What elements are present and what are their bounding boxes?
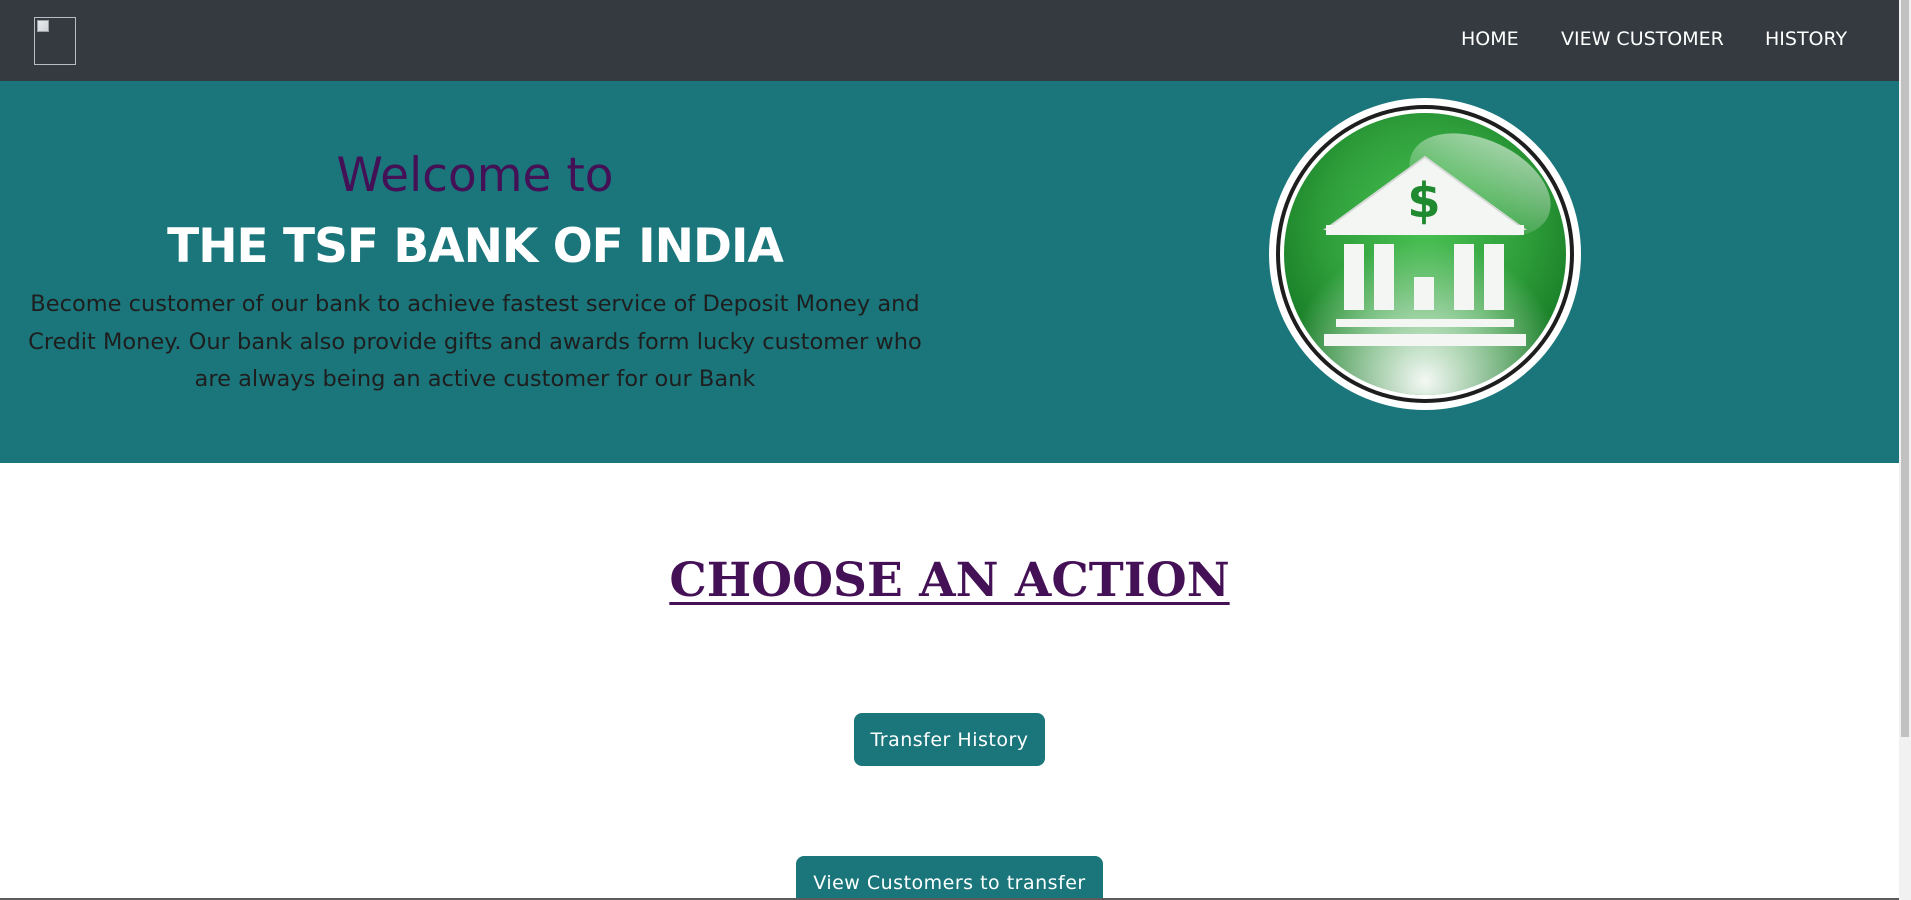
hero-section: Welcome to THE TSF BANK OF INDIA Become …	[0, 81, 1899, 463]
navbar: HOME VIEW CUSTOMER HISTORY	[0, 0, 1899, 81]
nav-link-history[interactable]: HISTORY	[1765, 27, 1847, 51]
bank-name-heading: THE TSF BANK OF INDIA	[167, 219, 784, 274]
hero-tagline: Become customer of our bank to achieve f…	[28, 291, 922, 392]
svg-text:$: $	[1407, 173, 1440, 229]
logo-image[interactable]	[34, 17, 76, 65]
scrollbar-thumb[interactable]	[1901, 0, 1909, 737]
welcome-heading: Welcome to	[336, 148, 614, 203]
broken-image-icon	[37, 20, 49, 32]
nav-link-view-customer[interactable]: VIEW CUSTOMER	[1561, 27, 1724, 51]
bank-building-dollar-icon: $	[1268, 97, 1582, 411]
page: HOME VIEW CUSTOMER HISTORY Welcome to TH…	[0, 0, 1911, 900]
transfer-history-button[interactable]: Transfer History	[854, 713, 1045, 766]
view-customers-button[interactable]: View Customers to transfer	[796, 856, 1103, 900]
choose-action-heading: CHOOSE AN ACTION	[669, 553, 1230, 608]
page-content: HOME VIEW CUSTOMER HISTORY Welcome to TH…	[0, 0, 1899, 900]
nav-link-home[interactable]: HOME	[1461, 27, 1519, 51]
hero-text: Welcome to THE TSF BANK OF INDIA Become …	[0, 81, 950, 463]
vertical-scrollbar[interactable]	[1899, 0, 1911, 900]
